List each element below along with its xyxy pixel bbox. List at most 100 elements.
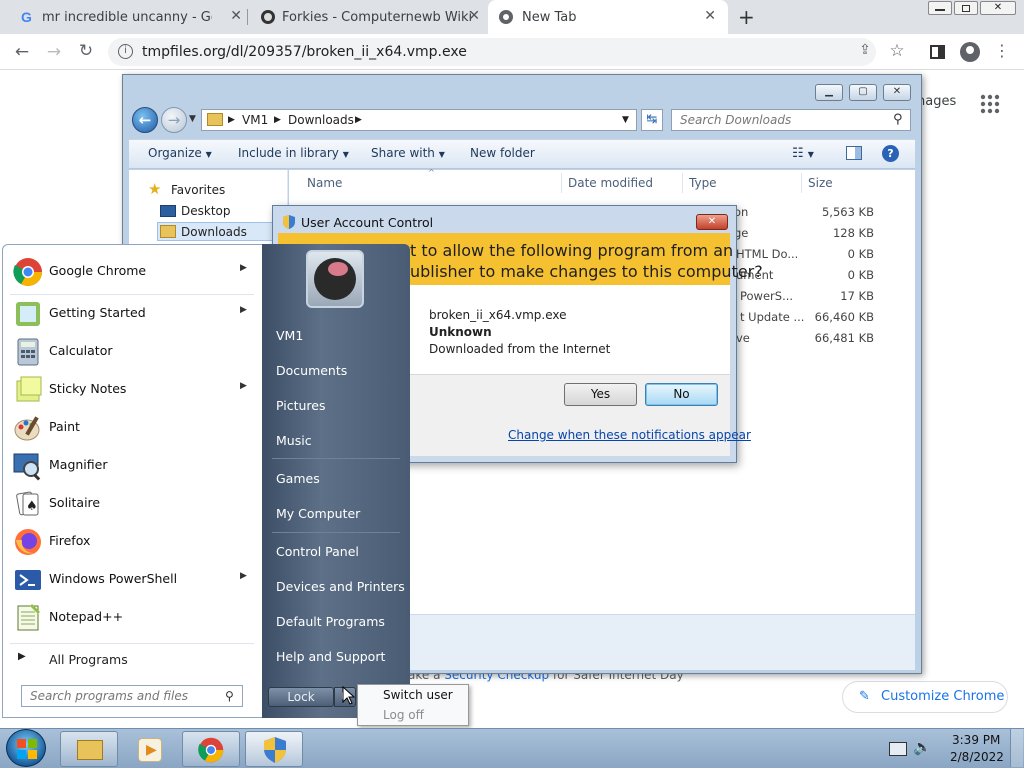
forward-icon[interactable]: → bbox=[161, 107, 187, 133]
explorer-minimize-button[interactable]: ▁ bbox=[815, 84, 843, 101]
recent-pages-icon[interactable]: ▼ bbox=[189, 114, 196, 124]
program-item[interactable]: Windows PowerShell ▶ bbox=[10, 562, 254, 598]
start-button[interactable] bbox=[6, 729, 46, 767]
url-text[interactable]: tmpfiles.org/dl/209357/broken_ii_x64.vmp… bbox=[142, 44, 467, 60]
bookmark-star-icon[interactable]: ☆ bbox=[885, 41, 909, 61]
share-icon[interactable]: ⇪ bbox=[853, 42, 877, 58]
row-size: 66,481 KB bbox=[814, 331, 874, 345]
nav-downloads[interactable]: Downloads bbox=[181, 225, 247, 239]
tab-forkies[interactable]: Forkies - Computernewb Wiki ✕ bbox=[260, 0, 480, 34]
menu-icon[interactable]: ⋮ bbox=[990, 41, 1014, 60]
column-size[interactable]: Size bbox=[808, 176, 833, 190]
row-size: 0 KB bbox=[847, 247, 874, 261]
preview-pane-icon[interactable] bbox=[846, 146, 862, 160]
clock-date[interactable]: 2/8/2022 bbox=[950, 750, 1004, 764]
chevron-right-icon: ▶ bbox=[240, 381, 247, 391]
program-item[interactable]: Calculator bbox=[10, 334, 254, 370]
chrome-icon bbox=[13, 258, 42, 286]
search-icon[interactable]: ⚲ bbox=[893, 112, 903, 127]
uac-close-button[interactable]: ✕ bbox=[696, 214, 728, 230]
place-user[interactable]: VM1 bbox=[276, 328, 303, 343]
apps-grid-icon[interactable] bbox=[980, 94, 1000, 114]
clock-time[interactable]: 3:39 PM bbox=[952, 733, 1000, 747]
taskbar-chrome[interactable] bbox=[182, 731, 240, 767]
taskbar-media-player[interactable]: ▶ bbox=[121, 731, 179, 767]
windows-logo-icon bbox=[17, 739, 37, 759]
place-control-panel[interactable]: Control Panel bbox=[276, 544, 359, 559]
share-with-button[interactable]: Share with ▼ bbox=[371, 146, 445, 160]
column-name[interactable]: Name bbox=[307, 176, 342, 190]
close-button[interactable]: ✕ bbox=[980, 1, 1016, 15]
program-item[interactable]: Getting Started ▶ bbox=[10, 296, 254, 332]
all-programs-button[interactable]: All Programs bbox=[49, 652, 128, 667]
place-music[interactable]: Music bbox=[276, 433, 312, 448]
place-games[interactable]: Games bbox=[276, 471, 320, 486]
minimize-button[interactable] bbox=[928, 1, 952, 15]
place-help-support[interactable]: Help and Support bbox=[276, 649, 385, 664]
explorer-close-button[interactable]: ✕ bbox=[883, 84, 911, 101]
place-computer[interactable]: My Computer bbox=[276, 506, 360, 521]
organize-button[interactable]: Organize ▼ bbox=[148, 146, 212, 160]
chevron-down-icon[interactable]: ▼ bbox=[622, 110, 629, 130]
downloads-folder-icon bbox=[160, 225, 176, 238]
program-item[interactable]: Google Chrome ▶ bbox=[10, 254, 254, 290]
new-tab-button[interactable]: + bbox=[738, 5, 755, 29]
program-item[interactable]: Notepad++ bbox=[10, 600, 254, 636]
program-item[interactable]: Magnifier bbox=[10, 448, 254, 484]
column-date[interactable]: Date modified bbox=[568, 176, 653, 190]
network-icon[interactable] bbox=[889, 742, 907, 756]
site-info-icon[interactable]: i bbox=[118, 44, 133, 59]
switch-user-item[interactable]: Switch user bbox=[383, 688, 453, 702]
place-pictures[interactable]: Pictures bbox=[276, 398, 326, 413]
breadcrumb-downloads[interactable]: Downloads bbox=[288, 110, 354, 130]
user-avatar[interactable] bbox=[306, 250, 364, 308]
program-item[interactable]: Sticky Notes ▶ bbox=[10, 372, 254, 408]
program-item[interactable]: Paint bbox=[10, 410, 254, 446]
taskbar-explorer[interactable] bbox=[60, 731, 118, 767]
help-icon[interactable]: ? bbox=[882, 145, 899, 162]
tab-new-tab[interactable]: New Tab ✕ bbox=[488, 0, 728, 34]
favorites-label[interactable]: Favorites bbox=[171, 183, 225, 197]
view-options-icon[interactable]: ☷ ▼ bbox=[792, 146, 814, 161]
close-icon[interactable]: ✕ bbox=[704, 8, 716, 24]
no-button[interactable]: No bbox=[645, 383, 718, 406]
close-icon[interactable]: ✕ bbox=[468, 8, 480, 24]
place-documents[interactable]: Documents bbox=[276, 363, 347, 378]
search-icon[interactable]: ⚲ bbox=[225, 689, 234, 703]
back-icon[interactable]: ← bbox=[10, 42, 34, 62]
side-panel-icon[interactable] bbox=[930, 45, 945, 59]
forward-icon[interactable]: → bbox=[42, 42, 66, 62]
refresh-icon[interactable]: ↹ bbox=[641, 109, 663, 131]
new-folder-button[interactable]: New folder bbox=[470, 146, 535, 160]
search-input[interactable]: Search Downloads bbox=[671, 109, 911, 131]
start-search-input[interactable]: Search programs and files bbox=[21, 685, 243, 707]
program-item[interactable]: ♠ Solitaire bbox=[10, 486, 254, 522]
show-desktop-button[interactable] bbox=[1010, 729, 1023, 767]
place-default-programs[interactable]: Default Programs bbox=[276, 614, 385, 629]
nav-desktop[interactable]: Desktop bbox=[181, 204, 231, 218]
tab-title: New Tab bbox=[522, 9, 577, 25]
column-type[interactable]: Type bbox=[689, 176, 717, 190]
explorer-maximize-button[interactable]: ▢ bbox=[849, 84, 877, 101]
lock-button[interactable]: Lock bbox=[268, 687, 334, 707]
change-notifications-link[interactable]: Change when these notifications appear bbox=[508, 428, 751, 442]
maximize-button[interactable] bbox=[954, 1, 978, 15]
breadcrumb-vm1[interactable]: VM1 bbox=[242, 110, 268, 130]
place-devices-printers[interactable]: Devices and Printers bbox=[276, 579, 405, 594]
yes-button[interactable]: Yes bbox=[564, 383, 637, 406]
tab-google[interactable]: G mr incredible uncanny - Google ✕ bbox=[20, 0, 242, 34]
reload-icon[interactable]: ↻ bbox=[74, 41, 98, 61]
column-divider bbox=[801, 173, 802, 193]
address-bar[interactable]: ▶ VM1 ▶ Downloads ▶ ▼ bbox=[201, 109, 637, 131]
share-label: Share with bbox=[371, 146, 435, 160]
include-in-library-button[interactable]: Include in library ▼ bbox=[238, 146, 349, 160]
back-icon[interactable]: ← bbox=[132, 107, 158, 133]
close-icon[interactable]: ✕ bbox=[230, 8, 242, 24]
images-link[interactable]: nages bbox=[917, 94, 956, 109]
volume-icon[interactable]: 🔈 bbox=[913, 738, 932, 756]
customize-chrome-button[interactable]: ✎ Customize Chrome bbox=[842, 681, 1008, 713]
log-off-item[interactable]: Log off bbox=[383, 708, 424, 722]
profile-avatar[interactable] bbox=[960, 42, 980, 62]
taskbar-uac[interactable] bbox=[245, 731, 303, 767]
program-item[interactable]: Firefox bbox=[10, 524, 254, 560]
